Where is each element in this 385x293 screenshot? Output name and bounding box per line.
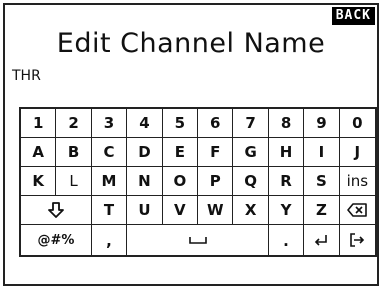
key-i[interactable]: I [304, 138, 340, 167]
on-screen-keyboard: 1 2 3 4 5 6 7 8 9 0 A B C D E F G H I J … [19, 107, 377, 257]
key-v[interactable]: V [162, 196, 199, 225]
key-d[interactable]: D [127, 138, 163, 167]
key-j[interactable]: J [339, 138, 376, 167]
space-key[interactable] [127, 225, 269, 255]
key-t[interactable]: T [91, 196, 128, 225]
keyboard-row-bottom: @#% , . [21, 225, 375, 255]
key-h[interactable]: H [268, 138, 305, 167]
key-e[interactable]: E [162, 138, 199, 167]
symbols-key[interactable]: @#% [21, 225, 92, 255]
key-z[interactable]: Z [304, 196, 340, 225]
key-k[interactable]: K [21, 167, 57, 196]
shift-key[interactable] [21, 196, 92, 225]
key-a[interactable]: A [21, 138, 57, 167]
key-u[interactable]: U [127, 196, 163, 225]
key-x[interactable]: X [233, 196, 269, 225]
key-5[interactable]: 5 [162, 109, 199, 138]
key-9[interactable]: 9 [304, 109, 340, 138]
key-y[interactable]: Y [268, 196, 305, 225]
key-1[interactable]: 1 [21, 109, 57, 138]
page-title: Edit Channel Name [56, 28, 326, 59]
key-w[interactable]: W [198, 196, 234, 225]
key-m[interactable]: M [91, 167, 128, 196]
key-r[interactable]: R [268, 167, 305, 196]
enter-icon [314, 234, 328, 246]
back-button[interactable]: BACK [331, 7, 375, 25]
key-q[interactable]: Q [233, 167, 269, 196]
channel-name-value: THR [12, 68, 41, 84]
key-c[interactable]: C [91, 138, 128, 167]
keyboard-row-t-z: T U V W X Y Z [21, 196, 376, 225]
key-n[interactable]: N [127, 167, 163, 196]
comma-key[interactable]: , [92, 225, 128, 255]
keyboard-row-k-s: K L M N O P Q R S ins [21, 167, 376, 196]
exit-icon [349, 233, 365, 247]
keyboard-row-a-j: A B C D E F G H I J [21, 138, 376, 167]
keyboard-row-digits: 1 2 3 4 5 6 7 8 9 0 [21, 109, 376, 138]
key-0[interactable]: 0 [339, 109, 376, 138]
key-f[interactable]: F [198, 138, 234, 167]
shift-arrow-icon [47, 202, 64, 218]
key-s[interactable]: S [304, 167, 340, 196]
key-6[interactable]: 6 [198, 109, 234, 138]
exit-key[interactable] [340, 225, 375, 255]
space-icon [188, 235, 207, 245]
key-3[interactable]: 3 [91, 109, 128, 138]
key-b[interactable]: B [56, 138, 92, 167]
backspace-icon [347, 203, 368, 217]
key-l[interactable]: L [56, 167, 92, 196]
key-8[interactable]: 8 [268, 109, 305, 138]
key-o[interactable]: O [162, 167, 199, 196]
screen: BACK Edit Channel Name THR 1 2 3 4 5 6 7… [3, 3, 379, 286]
backspace-key[interactable] [339, 196, 376, 225]
key-p[interactable]: P [198, 167, 234, 196]
key-g[interactable]: G [233, 138, 269, 167]
key-7[interactable]: 7 [233, 109, 269, 138]
key-2[interactable]: 2 [56, 109, 92, 138]
enter-key[interactable] [304, 225, 340, 255]
insert-key[interactable]: ins [339, 167, 376, 196]
key-4[interactable]: 4 [127, 109, 163, 138]
period-key[interactable]: . [269, 225, 305, 255]
